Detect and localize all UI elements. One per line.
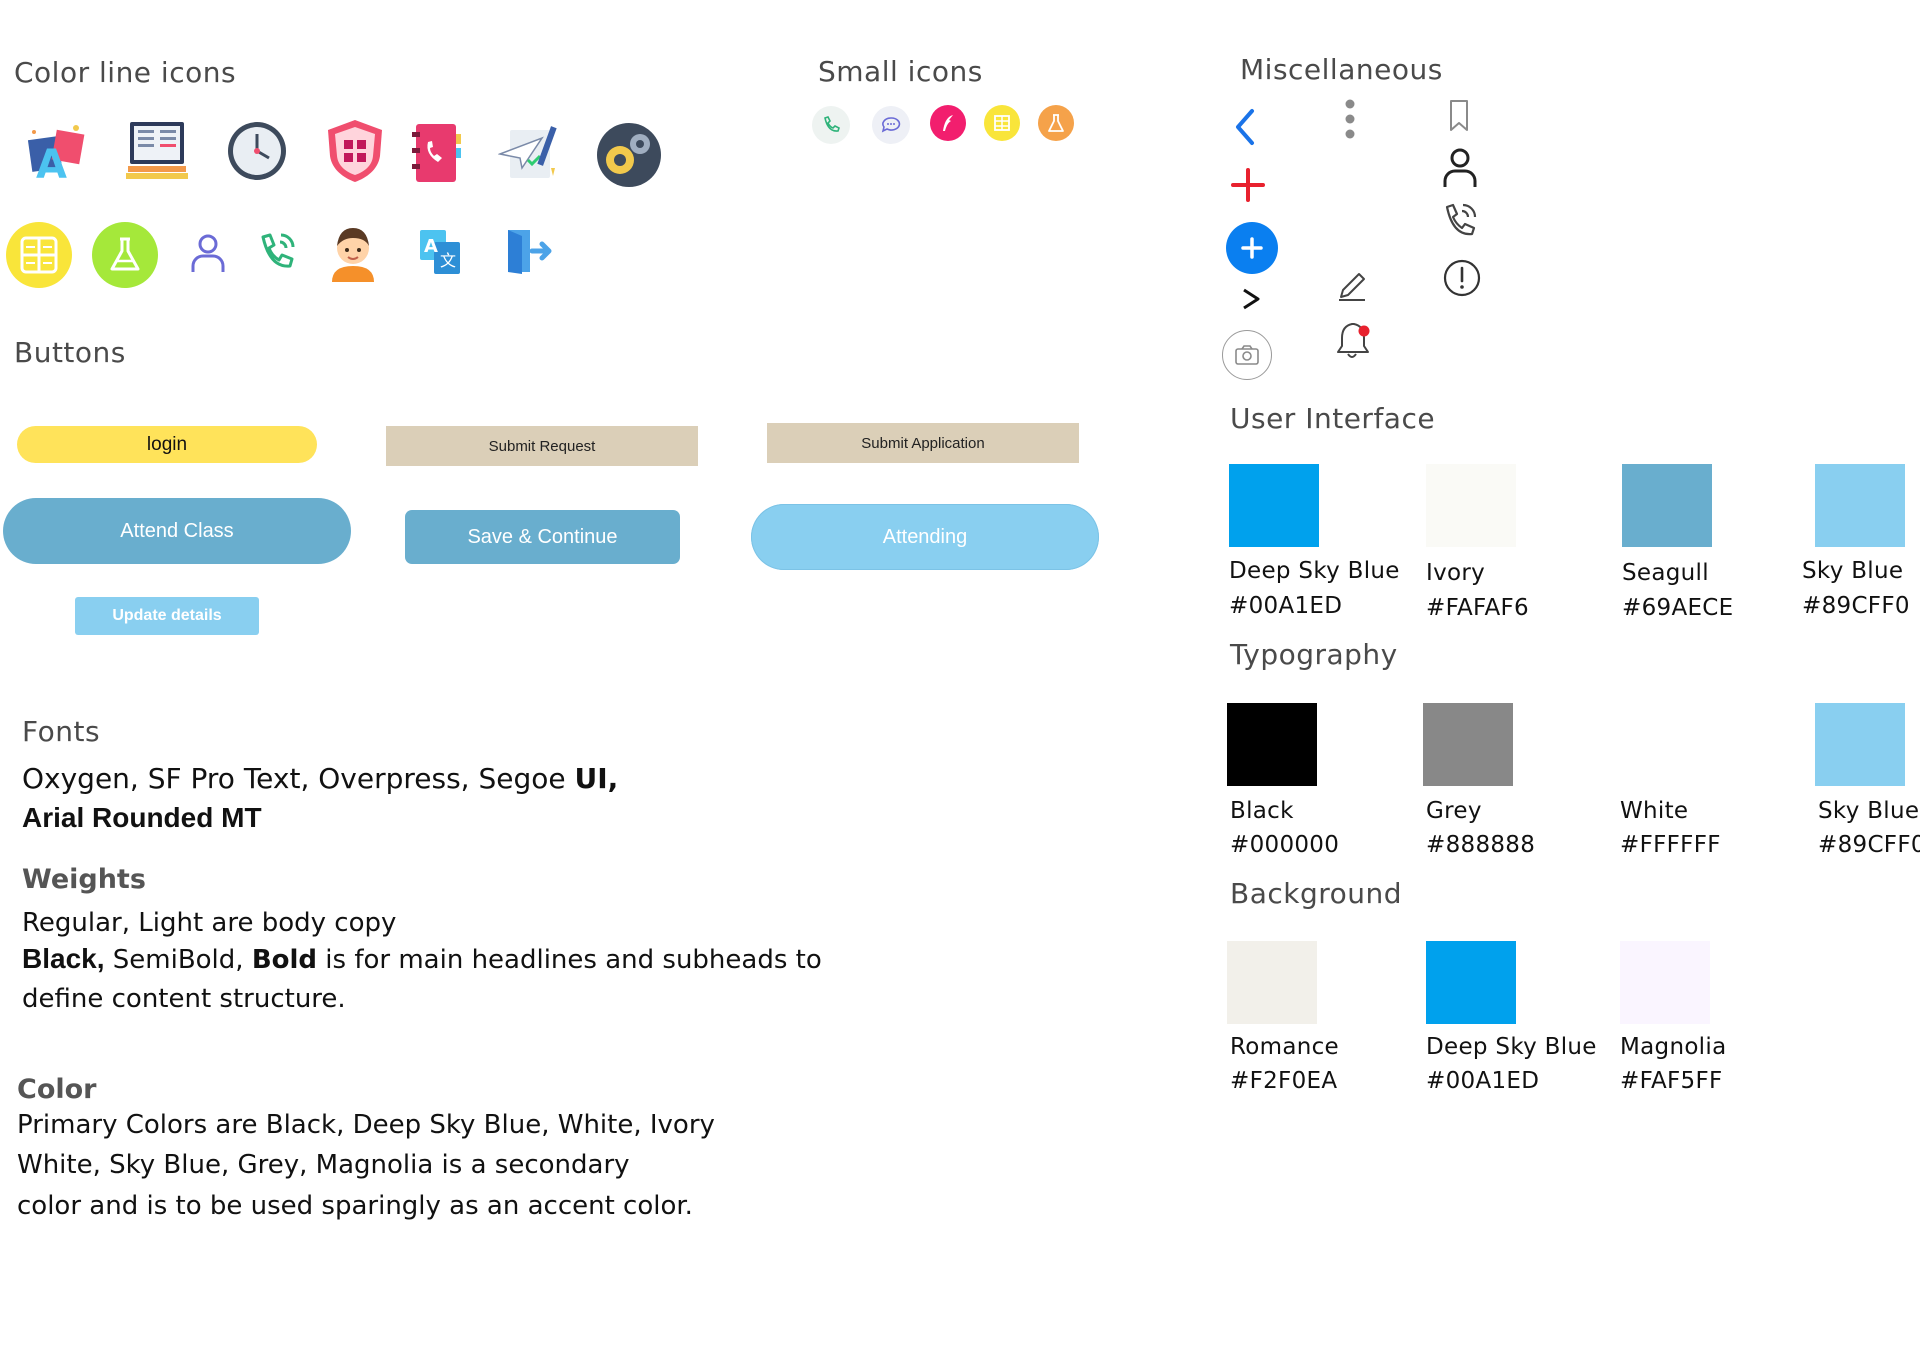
clock-icon bbox=[226, 120, 288, 182]
swatch-name: White bbox=[1620, 798, 1689, 824]
typography-swatch-grey bbox=[1423, 703, 1513, 786]
weights-line-2: Black, SemiBold, Bold is for main headli… bbox=[22, 943, 822, 975]
svg-text:A: A bbox=[424, 236, 438, 257]
swatch-hex: #888888 bbox=[1426, 832, 1536, 858]
swatch-hex: #F2F0EA bbox=[1230, 1068, 1338, 1094]
save-continue-button[interactable]: Save & Continue bbox=[405, 510, 680, 564]
info-icon[interactable] bbox=[1442, 258, 1482, 298]
gears-icon bbox=[596, 122, 662, 188]
small-pen-nib-icon bbox=[930, 105, 966, 141]
phone-call-icon bbox=[254, 230, 298, 276]
small-flask-icon bbox=[1038, 105, 1074, 141]
qr-shield-icon bbox=[324, 118, 386, 184]
svg-text:文: 文 bbox=[440, 251, 456, 270]
weights-black-text: Black, bbox=[22, 943, 105, 974]
weights-line-3: define content structure. bbox=[22, 984, 346, 1014]
section-title-color-line-icons: Color line icons bbox=[14, 56, 237, 89]
typography-swatch-white bbox=[1620, 703, 1710, 786]
fonts-bold-text: UI, bbox=[574, 762, 619, 795]
chevron-right-icon[interactable] bbox=[1238, 284, 1264, 314]
bookmark-icon[interactable] bbox=[1446, 98, 1472, 134]
submit-application-button[interactable]: Submit Application bbox=[767, 423, 1079, 463]
swatch-name: Romance bbox=[1230, 1034, 1339, 1060]
background-swatch-magnolia bbox=[1620, 941, 1710, 1024]
small-chat-icon bbox=[872, 106, 910, 144]
typography-swatch-sky-blue bbox=[1815, 703, 1905, 786]
section-title-weights: Weights bbox=[22, 864, 146, 895]
section-title-miscellaneous: Miscellaneous bbox=[1240, 53, 1443, 86]
edit-icon[interactable] bbox=[1334, 268, 1370, 304]
fonts-line-2: Arial Rounded MT bbox=[22, 802, 262, 833]
bell-notification-icon[interactable] bbox=[1334, 320, 1374, 362]
section-title-small-icons: Small icons bbox=[818, 55, 983, 88]
swatch-hex: #89CFF0 bbox=[1802, 593, 1910, 619]
swatch-hex: #FAF5FF bbox=[1620, 1068, 1723, 1094]
swatch-name: Magnolia bbox=[1620, 1034, 1727, 1060]
section-title-user-interface: User Interface bbox=[1230, 402, 1436, 435]
plus-icon[interactable] bbox=[1230, 166, 1266, 204]
weights-line-1: Regular, Light are body copy bbox=[22, 908, 397, 938]
swatch-hex: #00A1ED bbox=[1229, 593, 1343, 619]
swatch-name: Grey bbox=[1426, 798, 1482, 824]
attend-class-button[interactable]: Attend Class bbox=[3, 498, 351, 564]
swatch-name: Sky Blue bbox=[1818, 798, 1920, 824]
color-text-line-1: Primary Colors are Black, Deep Sky Blue,… bbox=[17, 1110, 715, 1140]
calculator-icon bbox=[6, 222, 72, 288]
color-text-line-3: color and is to be used sparingly as an … bbox=[17, 1191, 693, 1221]
attending-button[interactable]: Attending bbox=[751, 504, 1099, 570]
translate-icon: A 文 bbox=[418, 228, 462, 276]
weights-rest-text: is for main headlines and subheads to bbox=[317, 945, 822, 975]
section-title-buttons: Buttons bbox=[14, 336, 126, 369]
book-stack-icon bbox=[124, 120, 190, 184]
login-button[interactable]: login bbox=[17, 426, 317, 463]
background-swatch-romance bbox=[1227, 941, 1317, 1024]
section-title-background: Background bbox=[1230, 877, 1403, 910]
swatch-name: Deep Sky Blue bbox=[1229, 558, 1400, 584]
section-title-color: Color bbox=[17, 1074, 97, 1105]
user-icon bbox=[186, 230, 230, 276]
swatch-hex: #FAFAF6 bbox=[1426, 595, 1529, 621]
more-vertical-icon[interactable] bbox=[1340, 96, 1360, 142]
background-swatch-deep-sky-blue bbox=[1426, 941, 1516, 1024]
camera-icon[interactable] bbox=[1222, 330, 1272, 380]
phone-call-icon[interactable] bbox=[1440, 200, 1480, 242]
ui-swatch-sky-blue bbox=[1815, 464, 1905, 547]
fonts-line-1: Oxygen, SF Pro Text, Overpress, Segoe UI… bbox=[22, 762, 618, 795]
flask-icon bbox=[92, 222, 158, 288]
update-details-button[interactable]: Update details bbox=[75, 597, 259, 635]
phonebook-icon bbox=[410, 122, 462, 184]
swatch-name: Deep Sky Blue bbox=[1426, 1034, 1597, 1060]
chevron-left-icon[interactable] bbox=[1230, 106, 1260, 148]
svg-text:A: A bbox=[36, 142, 67, 186]
swatch-name: Sky Blue bbox=[1802, 558, 1904, 584]
swatch-hex: #89CFF0 bbox=[1818, 832, 1920, 858]
submit-request-button[interactable]: Submit Request bbox=[386, 426, 698, 466]
swatch-name: Black bbox=[1230, 798, 1294, 824]
paper-plane-checklist-icon bbox=[498, 124, 558, 182]
boy-avatar-icon bbox=[328, 224, 378, 282]
logout-icon bbox=[504, 226, 554, 276]
typography-swatch-black bbox=[1227, 703, 1317, 786]
swatch-hex: #00A1ED bbox=[1426, 1068, 1540, 1094]
user-icon[interactable] bbox=[1440, 146, 1480, 190]
small-phone-icon bbox=[812, 106, 850, 144]
swatch-name: Seagull bbox=[1622, 560, 1709, 586]
ui-swatch-seagull bbox=[1622, 464, 1712, 547]
swatch-name: Ivory bbox=[1426, 560, 1486, 586]
section-title-typography: Typography bbox=[1230, 638, 1398, 671]
section-title-fonts: Fonts bbox=[22, 715, 101, 748]
ui-swatch-ivory bbox=[1426, 464, 1516, 547]
weights-semibold-text: SemiBold, bbox=[104, 945, 252, 975]
small-table-icon bbox=[984, 105, 1020, 141]
weights-bold-text: Bold bbox=[251, 945, 318, 975]
swatch-hex: #69AECE bbox=[1622, 595, 1734, 621]
swatch-hex: #000000 bbox=[1230, 832, 1340, 858]
alphabet-blocks-icon: A bbox=[24, 118, 92, 186]
color-text-line-2: White, Sky Blue, Grey, Magnolia is a sec… bbox=[17, 1150, 630, 1180]
swatch-hex: #FFFFFF bbox=[1620, 832, 1721, 858]
add-circle-icon[interactable] bbox=[1226, 222, 1278, 274]
ui-swatch-deep-sky-blue bbox=[1229, 464, 1319, 547]
fonts-regular-text: Oxygen, SF Pro Text, Overpress, Segoe bbox=[22, 762, 575, 795]
